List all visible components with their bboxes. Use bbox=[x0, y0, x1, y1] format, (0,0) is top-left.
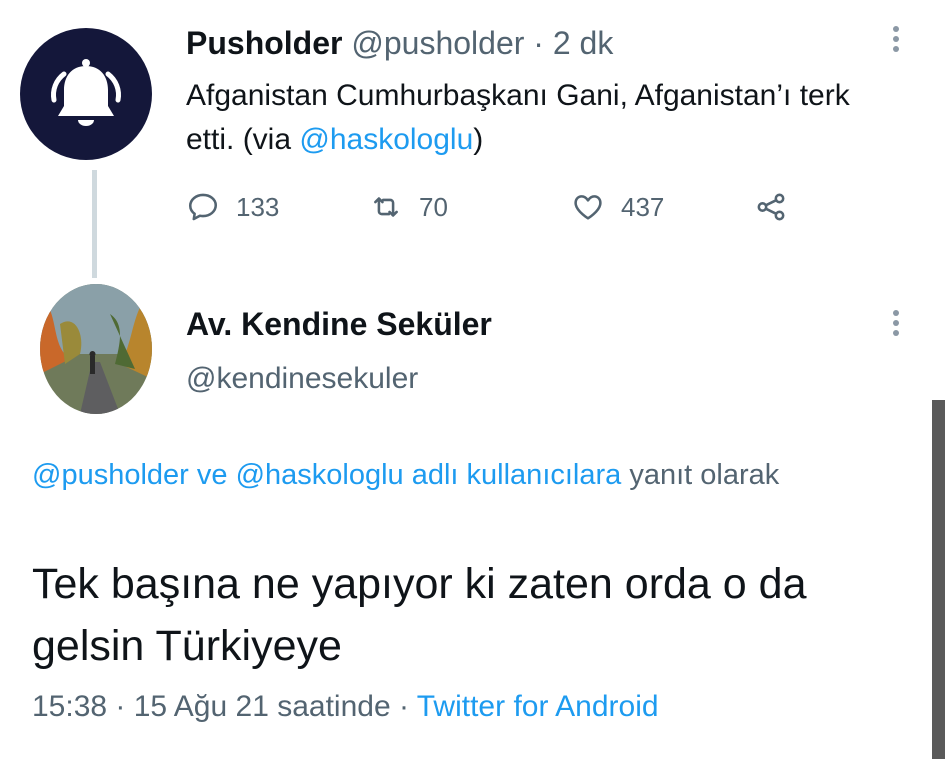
author-handle[interactable]: @kendinesekuler bbox=[186, 362, 418, 396]
reply-count: 133 bbox=[236, 191, 280, 222]
thread-line bbox=[92, 170, 97, 278]
reply-and[interactable]: ve bbox=[189, 459, 236, 491]
separator: · bbox=[533, 25, 544, 61]
separator: · bbox=[107, 690, 134, 723]
retweet-button[interactable]: 70 bbox=[369, 190, 448, 224]
share-button[interactable] bbox=[754, 190, 804, 224]
reply-mention-pusholder[interactable]: @pusholder bbox=[32, 459, 189, 491]
retweet-icon bbox=[374, 197, 398, 217]
tweet-text-body: Afganistan Cumhurbaşkanı Gani, Afganista… bbox=[186, 79, 850, 156]
bell-icon bbox=[51, 59, 121, 126]
author-name[interactable]: Av. Kendine Seküler bbox=[186, 306, 492, 343]
avatar[interactable] bbox=[20, 28, 152, 160]
author-handle[interactable]: @pusholder bbox=[351, 25, 524, 61]
reply-context: @pusholder ve @haskologlu adlı kullanıcı… bbox=[32, 452, 892, 498]
tweet-text-end: ) bbox=[473, 123, 484, 156]
reply-users-link[interactable]: adlı kullanıcılara bbox=[404, 459, 622, 491]
like-button[interactable]: 437 bbox=[571, 190, 664, 224]
tweet-text: Tek başına ne yapıyor ki zaten orda o da… bbox=[32, 560, 807, 670]
tweet-header: Pusholder @pusholder · 2 dk bbox=[186, 25, 613, 62]
avatar-photo bbox=[40, 284, 152, 414]
tweet-metadata: 15:38 · 15 Ağu 21 saatinde · Twitter for… bbox=[32, 690, 659, 724]
retweet-count: 70 bbox=[419, 191, 448, 222]
heart-icon bbox=[574, 195, 602, 220]
reply-icon bbox=[188, 193, 218, 221]
reply-suffix: yanıt olarak bbox=[621, 459, 780, 491]
avatar[interactable] bbox=[40, 284, 152, 414]
timestamp[interactable]: 2 dk bbox=[553, 25, 613, 61]
more-options-icon[interactable] bbox=[893, 310, 903, 340]
date[interactable]: 15 Ağu 21 saatinde bbox=[134, 690, 391, 723]
reply-button[interactable]: 133 bbox=[186, 190, 279, 224]
timestamp[interactable]: 15:38 bbox=[32, 690, 107, 723]
scrollbar[interactable] bbox=[932, 400, 945, 759]
client-link[interactable]: Twitter for Android bbox=[417, 690, 659, 723]
author-name[interactable]: Pusholder bbox=[186, 25, 342, 61]
mention-link[interactable]: @haskologlu bbox=[299, 123, 473, 156]
like-count: 437 bbox=[621, 191, 665, 222]
share-icon bbox=[757, 193, 785, 221]
tweet-text: Afganistan Cumhurbaşkanı Gani, Afganista… bbox=[186, 74, 906, 162]
more-options-icon[interactable] bbox=[893, 26, 903, 56]
separator: · bbox=[390, 690, 417, 723]
reply-mention-haskologlu[interactable]: @haskologlu bbox=[236, 459, 404, 491]
